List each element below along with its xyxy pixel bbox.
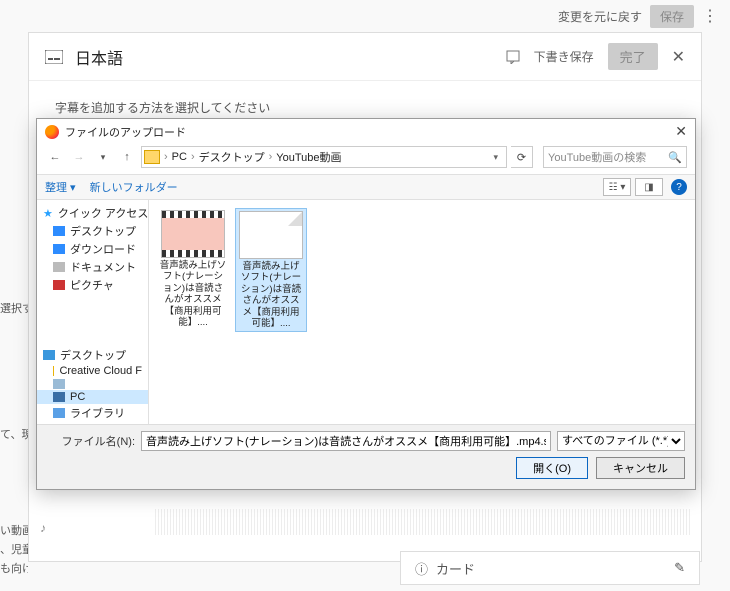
info-icon: ⓘ: [415, 562, 428, 577]
view-mode-button[interactable]: ☷ ▾: [603, 178, 631, 196]
close-icon[interactable]: ✕: [672, 47, 685, 67]
filename-label: ファイル名(N):: [47, 433, 135, 449]
crumb-pc[interactable]: PC: [172, 151, 187, 163]
cards-label: カード: [436, 562, 475, 577]
sidebar-desktop[interactable]: デスクトップ: [37, 222, 148, 240]
folder-icon: [144, 150, 160, 164]
kebab-menu-icon[interactable]: ⋮: [702, 6, 718, 26]
help-icon[interactable]: ?: [671, 179, 687, 195]
crumb-folder[interactable]: YouTube動画: [276, 149, 341, 165]
forward-button: →: [69, 147, 89, 167]
cards-accordion[interactable]: ⓘ カード ✎: [400, 551, 700, 585]
sidebar-quick-access[interactable]: ★クイック アクセス: [37, 204, 148, 222]
sidebar-creative-cloud[interactable]: Creative Cloud F: [37, 364, 148, 378]
generic-file-icon: [239, 211, 303, 259]
dialog-nav-bar: ← → ▾ ↑ › PC › デスクトップ › YouTube動画 ▾ ⟳ Yo…: [37, 144, 695, 174]
sidebar-tree: ★クイック アクセス デスクトップ ダウンロード ドキュメント ピクチャ デスク…: [37, 200, 149, 424]
save-draft-link[interactable]: 下書き保存: [534, 48, 594, 65]
search-placeholder: YouTube動画の検索: [548, 149, 646, 165]
feedback-icon[interactable]: [506, 50, 520, 64]
dialog-toolbar: 整理 ▾ 新しいフォルダー ☷ ▾ ◨ ?: [37, 174, 695, 200]
search-field[interactable]: YouTube動画の検索 🔍: [543, 146, 687, 168]
search-icon: 🔍: [668, 151, 682, 164]
file-name: 音声読み上げソフト(ナレーション)は音読さんがオススメ【商用利用可能】....: [159, 260, 227, 328]
recent-dropdown-icon[interactable]: ▾: [93, 147, 113, 167]
cancel-button[interactable]: キャンセル: [596, 457, 685, 479]
crumb-desktop[interactable]: デスクトップ: [199, 149, 265, 165]
save-button[interactable]: 保存: [650, 5, 694, 28]
dialog-close-icon[interactable]: ✕: [675, 123, 687, 140]
up-button[interactable]: ↑: [117, 147, 137, 167]
panel-title: 日本語: [75, 45, 123, 69]
dialog-bottom: ファイル名(N): すべてのファイル (*.*) 開く(O) キャンセル: [37, 424, 695, 489]
address-dropdown-icon[interactable]: ▾: [489, 152, 502, 163]
sidebar-documents[interactable]: ドキュメント: [37, 258, 148, 276]
dialog-title: ファイルのアップロード: [65, 124, 186, 140]
sidebar-library[interactable]: ライブラリ: [37, 404, 148, 422]
new-folder-button[interactable]: 新しいフォルダー: [90, 179, 178, 195]
file-list[interactable]: 音声読み上げソフト(ナレーション)は音読さんがオススメ【商用利用可能】.... …: [149, 200, 695, 424]
sidebar-user[interactable]: [37, 378, 148, 390]
done-button[interactable]: 完了: [608, 43, 658, 70]
dialog-title-bar: ファイルのアップロード ✕: [37, 119, 695, 144]
video-thumbnail-icon: [161, 210, 225, 258]
back-button[interactable]: ←: [45, 147, 65, 167]
music-note-icon: ♪: [40, 521, 46, 535]
file-item-video[interactable]: 音声読み上げソフト(ナレーション)は音読さんがオススメ【商用利用可能】....: [157, 208, 229, 330]
address-bar[interactable]: › PC › デスクトップ › YouTube動画 ▾: [141, 146, 507, 168]
app-top-toolbar: 変更を元に戻す 保存 ⋮: [0, 0, 730, 32]
open-button[interactable]: 開く(O): [516, 457, 588, 479]
file-upload-dialog: ファイルのアップロード ✕ ← → ▾ ↑ › PC › デスクトップ › Yo…: [36, 118, 696, 490]
file-item-srt[interactable]: 音声読み上げソフト(ナレーション)は音読さんがオススメ【商用利用可能】....: [235, 208, 307, 332]
subtitle-icon: [45, 50, 63, 64]
firefox-icon: [45, 125, 59, 139]
pencil-icon[interactable]: ✎: [674, 560, 685, 576]
preview-pane-button[interactable]: ◨: [635, 178, 663, 196]
file-type-filter[interactable]: すべてのファイル (*.*): [557, 431, 685, 451]
undo-changes-link[interactable]: 変更を元に戻す: [558, 8, 642, 25]
sidebar-pictures[interactable]: ピクチャ: [37, 276, 148, 294]
filename-input[interactable]: [141, 431, 551, 451]
sidebar-pc[interactable]: PC: [37, 390, 148, 404]
file-name: 音声読み上げソフト(ナレーション)は音読さんがオススメ【商用利用可能】....: [238, 261, 304, 329]
organize-menu[interactable]: 整理 ▾: [45, 179, 76, 195]
left-cropped-text: 選択す て、現 い動画 、児童 も向け: [0, 300, 28, 579]
sidebar-desktop-root[interactable]: デスクトップ: [37, 346, 148, 364]
refresh-button[interactable]: ⟳: [511, 146, 533, 168]
audio-waveform[interactable]: [155, 509, 690, 535]
sidebar-downloads[interactable]: ダウンロード: [37, 240, 148, 258]
panel-header: 日本語 下書き保存 完了 ✕: [29, 33, 701, 81]
